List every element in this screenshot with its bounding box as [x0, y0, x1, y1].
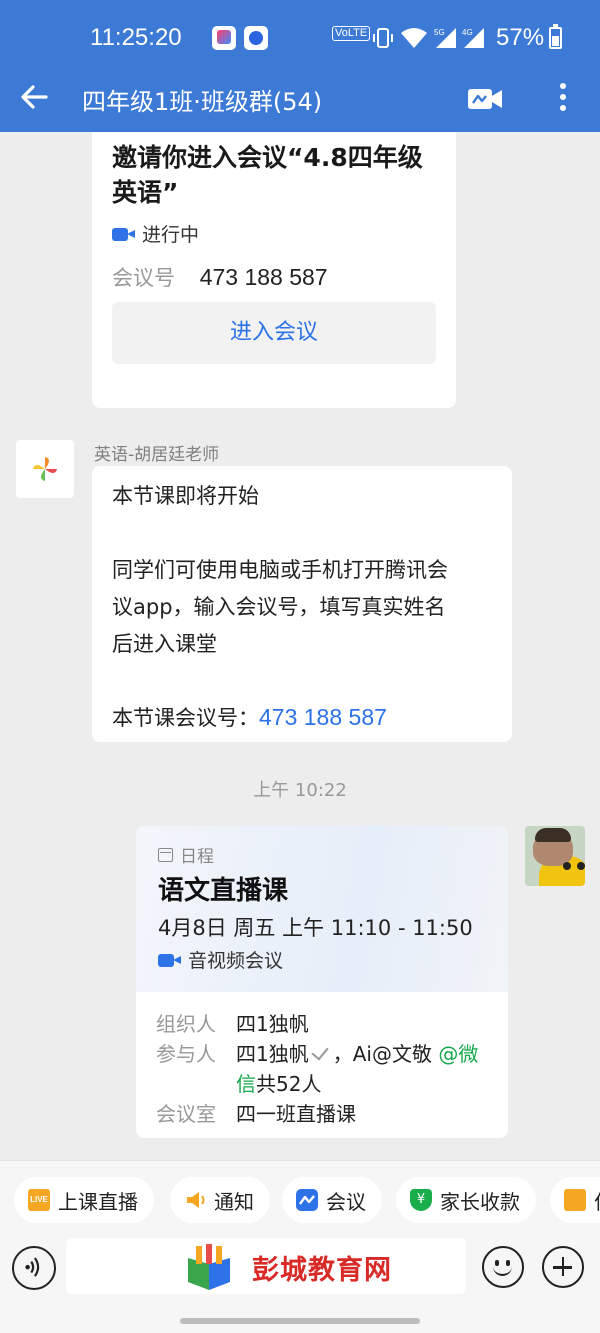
- megaphone-icon: [187, 1192, 205, 1208]
- participants-row-cont: 信共52人: [236, 1068, 321, 1097]
- meeting-icon: [296, 1189, 318, 1211]
- teacher-avatar[interactable]: [16, 440, 74, 498]
- svg-text:5G: 5G: [434, 28, 445, 37]
- schedule-type: 音视频会议: [158, 946, 283, 973]
- more-menu-icon[interactable]: [556, 80, 570, 114]
- message-line: 同学们可使用电脑或手机打开腾讯会: [112, 558, 448, 582]
- message-input[interactable]: 彭城教育网: [66, 1238, 466, 1294]
- message-line: 议app，输入会议号，填写真实姓名: [112, 595, 446, 619]
- participant-name: Ai@文敬: [352, 1042, 432, 1066]
- schedule-category-label: 日程: [180, 847, 214, 867]
- schedule-card[interactable]: 日程 语文直播课 4月8日 周五 上午 11:10 - 11:50 音视频会议 …: [136, 826, 508, 1138]
- baidu-notification-icon: [244, 26, 268, 50]
- parent-payment-label: 家长收款: [440, 1189, 520, 1214]
- message-meeting-id-line: 本节课会议号：473 188 587: [112, 702, 387, 732]
- live-class-label: 上课直播: [58, 1189, 138, 1214]
- video-meeting-icon[interactable]: [466, 86, 504, 112]
- participants-row: 参与人 四1独帆 ，Ai@文敬 @微: [156, 1038, 478, 1067]
- pinwheel-icon: [33, 457, 57, 481]
- parent-payment-button[interactable]: ¥ 家长收款: [396, 1177, 536, 1223]
- join-meeting-button[interactable]: 进入会议: [112, 302, 436, 364]
- input-bar: 彭城教育网: [0, 1238, 600, 1312]
- meeting-status: 进行中: [112, 220, 199, 247]
- notice-label: 通知: [214, 1189, 254, 1214]
- status-time: 11:25:20: [90, 24, 182, 51]
- room-row: 会议室 四一班直播课: [156, 1098, 356, 1127]
- battery-icon: [549, 24, 562, 49]
- participant-name: ，: [332, 1042, 353, 1066]
- room-label: 会议室: [156, 1102, 216, 1126]
- meeting-id-link[interactable]: 473 188 587: [259, 704, 387, 730]
- schedule-title: 语文直播课: [158, 876, 289, 906]
- status-bar: 11:25:20 VoLTE 5G 4G 57%: [0, 0, 600, 66]
- education-logo-icon: [188, 1244, 230, 1290]
- battery-percent: 57%: [496, 24, 545, 51]
- clipboard-icon: [564, 1189, 586, 1211]
- gesture-handle[interactable]: [180, 1318, 420, 1324]
- wechat-tag: @微: [438, 1042, 479, 1066]
- chat-title: 四年级1班·班级群(54): [82, 88, 323, 116]
- schedule-category: 日程: [158, 842, 214, 867]
- schedule-time: 4月8日 周五 上午 11:10 - 11:50: [158, 916, 473, 940]
- meeting-status-text: 进行中: [142, 224, 200, 246]
- organizer-value: 四1独帆: [236, 1012, 309, 1036]
- user-avatar[interactable]: [525, 826, 585, 886]
- svg-text:4G: 4G: [462, 28, 473, 37]
- participants-count: 共52人: [256, 1072, 322, 1096]
- wechat-tag-cont: 信: [236, 1072, 256, 1096]
- app-notification-icon: [212, 26, 236, 50]
- meeting-button[interactable]: 会议: [282, 1177, 382, 1223]
- calendar-icon: [158, 847, 173, 862]
- sender-name: 英语-胡居廷老师: [94, 445, 220, 465]
- homework-label: 作: [594, 1186, 600, 1215]
- notice-button[interactable]: 通知: [170, 1177, 270, 1223]
- meeting-id-label: 会议号: [112, 266, 175, 290]
- add-icon[interactable]: [542, 1246, 584, 1288]
- chat-area[interactable]: 邀请你进入会议“4.8四年级英语” 进行中 会议号 473 188 587 进入…: [0, 132, 600, 1160]
- signal-4g-icon: 4G: [462, 28, 484, 48]
- message-line: 本节课即将开始: [112, 484, 259, 508]
- live-icon: LIVE: [28, 1189, 50, 1211]
- voice-input-icon[interactable]: [12, 1246, 56, 1290]
- meeting-invite-card[interactable]: 邀请你进入会议“4.8四年级英语” 进行中 会议号 473 188 587 进入…: [92, 132, 456, 408]
- message-bubble[interactable]: 本节课即将开始 同学们可使用电脑或手机打开腾讯会 议app，输入会议号，填写真实…: [92, 466, 512, 742]
- participant-name: 四1独帆: [236, 1042, 309, 1066]
- vibrate-icon: [373, 28, 393, 48]
- quick-actions-bar: LIVE 上课直播 通知 会议 ¥ 家长收款 作: [0, 1160, 600, 1238]
- homework-button[interactable]: 作: [550, 1177, 600, 1223]
- payment-icon: ¥: [410, 1189, 432, 1211]
- logo-text: 彭城教育网: [252, 1255, 392, 1286]
- schedule-type-label: 音视频会议: [188, 950, 284, 972]
- back-arrow-icon[interactable]: [18, 80, 52, 114]
- message-timestamp: 上午 10:22: [253, 780, 347, 801]
- organizer-row: 组织人 四1独帆: [156, 1008, 309, 1037]
- room-value: 四一班直播课: [236, 1102, 356, 1126]
- meeting-label: 会议: [326, 1189, 366, 1214]
- video-camera-icon: [158, 952, 182, 968]
- meeting-title: 邀请你进入会议“4.8四年级英语”: [112, 143, 423, 207]
- meeting-id-row: 会议号 473 188 587: [112, 262, 328, 292]
- message-meeting-id-label: 本节课会议号：: [112, 706, 259, 730]
- volte-icon: VoLTE: [332, 26, 371, 41]
- message-line: 后进入课堂: [112, 632, 217, 656]
- check-icon: [311, 1042, 329, 1061]
- organizer-label: 组织人: [156, 1012, 216, 1036]
- wifi-icon: [401, 28, 427, 48]
- emoji-icon[interactable]: [482, 1246, 524, 1288]
- video-camera-icon: [112, 226, 136, 242]
- live-class-button[interactable]: LIVE 上课直播: [14, 1177, 154, 1223]
- meeting-id-value: 473 188 587: [199, 264, 328, 290]
- chat-header: 四年级1班·班级群(54): [0, 66, 600, 132]
- participants-label: 参与人: [156, 1042, 216, 1066]
- signal-5g-icon: 5G: [434, 28, 456, 48]
